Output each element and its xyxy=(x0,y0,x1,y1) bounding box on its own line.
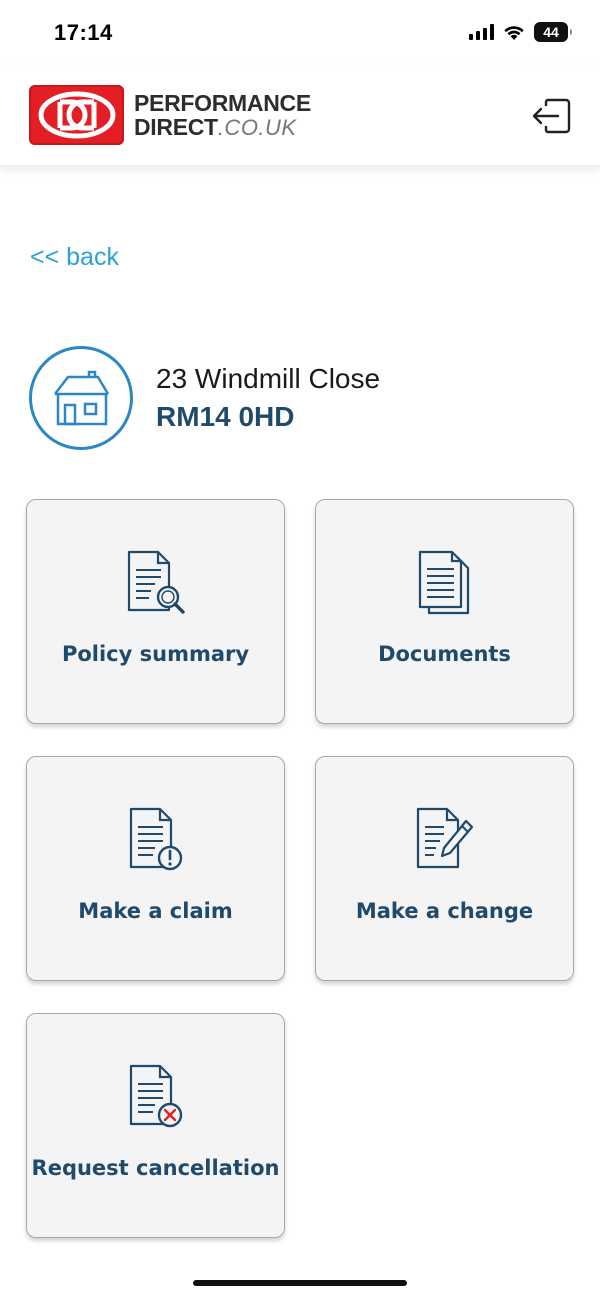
tile-label: Documents xyxy=(378,642,511,666)
tile-label: Make a change xyxy=(355,899,534,923)
status-bar: 17:14 44 xyxy=(0,0,600,66)
logo-line1: PERFORMANCE xyxy=(134,89,311,116)
property-address: 23 Windmill Close xyxy=(156,363,381,394)
tile-label: Policy summary xyxy=(61,642,250,666)
tile-make-a-change[interactable]: Make a change xyxy=(315,756,574,981)
logo-text: PERFORMANCE DIRECT.CO.UK xyxy=(134,89,311,140)
tile-make-a-claim[interactable]: Make a claim xyxy=(26,756,285,981)
status-icons: 44 xyxy=(469,22,572,42)
house-icon xyxy=(29,346,133,450)
logout-button[interactable] xyxy=(528,96,574,136)
signal-icon xyxy=(469,24,494,40)
battery-icon: 44 xyxy=(534,22,572,42)
document-edit-icon xyxy=(414,807,476,873)
battery-level: 44 xyxy=(543,24,559,40)
logo-mark xyxy=(29,85,124,145)
brand-logo[interactable]: PERFORMANCE DIRECT.CO.UK xyxy=(29,85,311,145)
property-summary: 23 Windmill Close RM14 0HD xyxy=(29,346,380,450)
tile-label: Make a claim xyxy=(78,899,233,923)
tile-documents[interactable]: Documents xyxy=(315,499,574,724)
property-postcode: RM14 0HD xyxy=(156,401,295,432)
tile-label: Request cancellation xyxy=(31,1156,280,1180)
logout-icon xyxy=(532,98,571,134)
documents-icon xyxy=(416,550,474,616)
logo-domain: .CO.UK xyxy=(217,114,297,140)
logo-direct: DIRECT xyxy=(134,113,218,140)
document-search-icon xyxy=(125,550,187,616)
document-cancel-icon xyxy=(127,1064,185,1130)
tile-policy-summary[interactable]: Policy summary xyxy=(26,499,285,724)
app-header: PERFORMANCE DIRECT.CO.UK xyxy=(0,66,600,166)
back-link[interactable]: << back xyxy=(30,243,119,272)
wifi-icon xyxy=(504,26,524,40)
document-alert-icon xyxy=(127,807,185,873)
home-indicator[interactable] xyxy=(193,1280,407,1286)
status-time: 17:14 xyxy=(54,20,113,45)
logo-line2: DIRECT.CO.UK xyxy=(134,113,311,140)
tile-request-cancellation[interactable]: Request cancellation xyxy=(26,1013,285,1238)
property-text: 23 Windmill Close RM14 0HD xyxy=(156,363,380,433)
